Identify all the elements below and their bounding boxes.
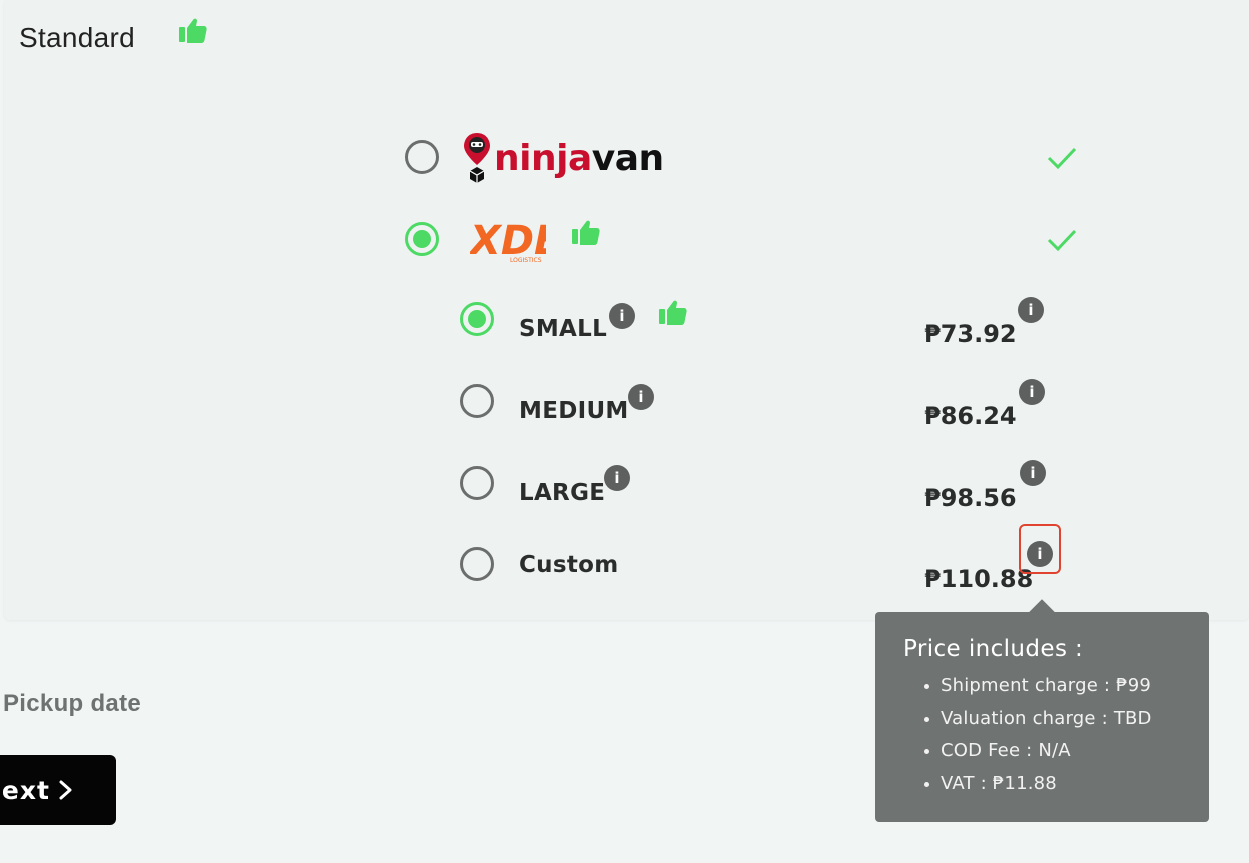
available-check-icon: [1047, 229, 1077, 252]
size-label-custom: Custom: [519, 552, 619, 578]
price-breakdown-tooltip: Price includes : Shipment charge : ₱99 V…: [875, 612, 1209, 822]
price-small: ₱73.92: [924, 320, 1017, 348]
xde-logo-subtext: LOGISTICS: [510, 257, 542, 264]
chevron-right-icon: [59, 780, 72, 800]
size-label-small: SMALL: [519, 316, 608, 342]
size-radio-custom[interactable]: [460, 547, 494, 581]
size-info-icon-large[interactable]: i: [604, 465, 630, 491]
courier-radio-ninjavan[interactable]: [405, 140, 439, 174]
ninjavan-logo-text-black: van: [591, 137, 664, 179]
ninja-mascot-icon: [464, 133, 490, 183]
next-button[interactable]: Next: [0, 755, 116, 825]
thumbs-up-icon: [659, 300, 687, 325]
size-info-icon-small[interactable]: i: [609, 303, 635, 329]
price-info-icon-small[interactable]: i: [1018, 297, 1044, 323]
size-radio-large[interactable]: [460, 466, 494, 500]
size-radio-medium[interactable]: [460, 384, 494, 418]
tooltip-item-vat: VAT : ₱11.88: [941, 768, 1183, 801]
tooltip-item-valuation: Valuation charge : TBD: [941, 703, 1183, 736]
tooltip-list: Shipment charge : ₱99 Valuation charge :…: [901, 670, 1183, 800]
xde-logo: XDE LOGISTICS: [470, 218, 546, 264]
price-info-icon-large[interactable]: i: [1020, 460, 1046, 486]
price-large: ₱98.56: [924, 484, 1017, 512]
size-info-icon-medium[interactable]: i: [628, 384, 654, 410]
pickup-date-label: Pickup date: [3, 690, 142, 717]
size-label-large: LARGE: [519, 480, 606, 506]
next-button-label: Next: [0, 776, 50, 805]
ninjavan-logo-text-red: ninja: [494, 137, 592, 179]
tooltip-item-shipment: Shipment charge : ₱99: [941, 670, 1183, 703]
thumbs-up-icon: [179, 18, 207, 43]
size-label-medium: MEDIUM: [519, 398, 629, 424]
price-info-icon-medium[interactable]: i: [1019, 379, 1045, 405]
price-medium: ₱86.24: [924, 402, 1017, 430]
courier-radio-xde[interactable]: [405, 222, 439, 256]
ninjavan-logo: ninjavan: [462, 130, 664, 186]
thumbs-up-icon: [572, 220, 600, 245]
tooltip-item-cod: COD Fee : N/A: [941, 735, 1183, 768]
available-check-icon: [1047, 147, 1077, 170]
size-radio-small[interactable]: [460, 302, 494, 336]
price-custom: ₱110.88: [924, 565, 1034, 593]
price-info-icon-custom[interactable]: i: [1027, 541, 1053, 567]
tooltip-title: Price includes :: [903, 636, 1084, 662]
section-title: Standard: [19, 22, 136, 53]
